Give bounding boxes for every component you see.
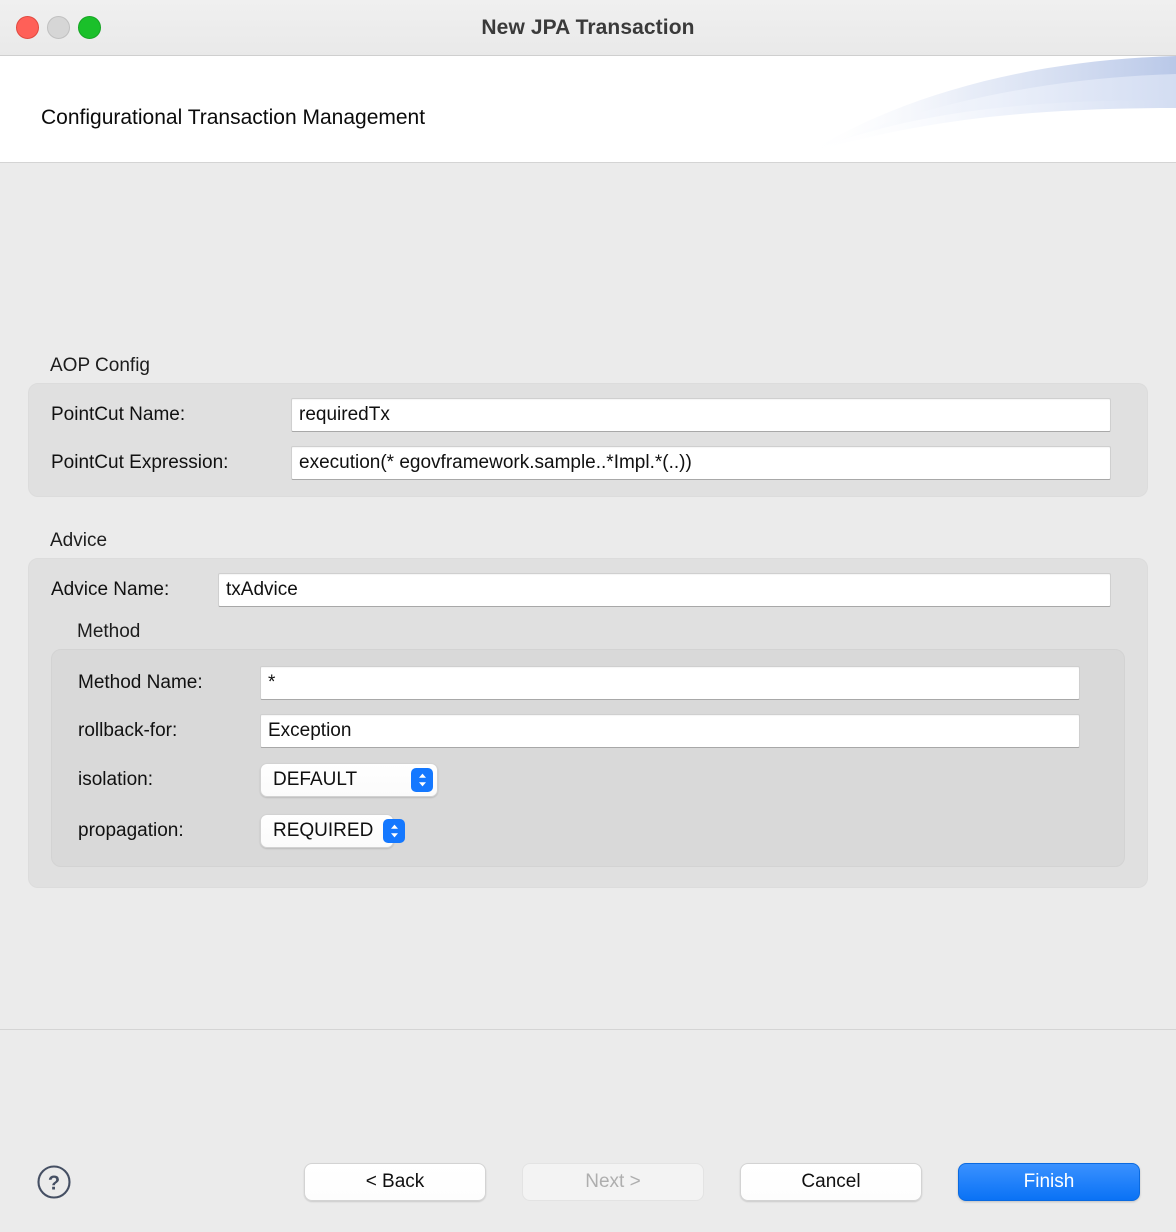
- pointcut-expression-label: PointCut Expression:: [51, 452, 291, 474]
- dialog-button-bar: ? < Back Next > Cancel Finish: [0, 1131, 1176, 1232]
- minimize-window-button[interactable]: [47, 16, 70, 39]
- method-name-row: Method Name: *: [78, 666, 1100, 700]
- aop-config-group: PointCut Name: requiredTx PointCut Expre…: [28, 383, 1148, 497]
- rollback-for-row: rollback-for: Exception: [78, 714, 1100, 748]
- button-bar-separator: [0, 1029, 1176, 1030]
- advice-label: Advice: [28, 530, 1148, 552]
- help-button[interactable]: ?: [36, 1164, 72, 1200]
- advice-name-row: Advice Name: txAdvice: [51, 573, 1125, 607]
- finish-button[interactable]: Finish: [958, 1163, 1140, 1201]
- pointcut-name-row: PointCut Name: requiredTx: [51, 398, 1125, 432]
- aop-config-label: AOP Config: [28, 355, 1148, 377]
- method-subsection: Method Method Name: * rollback-for: Exce…: [51, 621, 1125, 867]
- pointcut-name-input[interactable]: requiredTx: [291, 398, 1111, 432]
- close-window-button[interactable]: [16, 16, 39, 39]
- dialog-content: AOP Config PointCut Name: requiredTx Poi…: [0, 163, 1176, 1131]
- propagation-value: REQUIRED: [273, 820, 373, 842]
- propagation-row: propagation: REQUIRED: [78, 814, 1100, 848]
- chevron-up-down-icon: [383, 819, 405, 843]
- dialog-window: New JPA Transaction Configurational Tran…: [0, 0, 1176, 1232]
- window-title: New JPA Transaction: [0, 16, 1176, 40]
- next-button: Next >: [522, 1163, 704, 1201]
- method-label: Method: [51, 621, 1125, 643]
- advice-section: Advice Advice Name: txAdvice Method Meth…: [28, 530, 1148, 888]
- method-name-input[interactable]: *: [260, 666, 1080, 700]
- rollback-for-input[interactable]: Exception: [260, 714, 1080, 748]
- title-bar: New JPA Transaction: [0, 0, 1176, 56]
- wizard-navigation-buttons: < Back Next > Cancel Finish: [304, 1163, 1140, 1201]
- method-group: Method Name: * rollback-for: Exception i…: [51, 649, 1125, 867]
- isolation-value: DEFAULT: [273, 769, 401, 791]
- propagation-select[interactable]: REQUIRED: [260, 814, 394, 848]
- chevron-up-down-icon: [411, 768, 433, 792]
- aop-config-section: AOP Config PointCut Name: requiredTx Poi…: [28, 355, 1148, 497]
- advice-name-input[interactable]: txAdvice: [218, 573, 1111, 607]
- advice-group: Advice Name: txAdvice Method Method Name…: [28, 558, 1148, 888]
- isolation-label: isolation:: [78, 769, 260, 791]
- isolation-row: isolation: DEFAULT: [78, 763, 1100, 797]
- isolation-select[interactable]: DEFAULT: [260, 763, 438, 797]
- method-name-label: Method Name:: [78, 672, 260, 694]
- header-decoration-swoosh: [756, 56, 1176, 163]
- zoom-window-button[interactable]: [78, 16, 101, 39]
- advice-name-label: Advice Name:: [51, 579, 218, 601]
- svg-text:?: ?: [48, 1172, 60, 1194]
- propagation-label: propagation:: [78, 820, 260, 842]
- pointcut-name-label: PointCut Name:: [51, 404, 291, 426]
- rollback-for-label: rollback-for:: [78, 720, 260, 742]
- back-button[interactable]: < Back: [304, 1163, 486, 1201]
- traffic-light-group: [16, 0, 101, 55]
- cancel-button[interactable]: Cancel: [740, 1163, 922, 1201]
- page-title: Configurational Transaction Management: [41, 106, 425, 130]
- pointcut-expression-row: PointCut Expression: execution(* egovfra…: [51, 446, 1125, 480]
- wizard-header: Configurational Transaction Management: [0, 56, 1176, 163]
- pointcut-expression-input[interactable]: execution(* egovframework.sample..*Impl.…: [291, 446, 1111, 480]
- question-mark-circle-icon: ?: [36, 1164, 72, 1200]
